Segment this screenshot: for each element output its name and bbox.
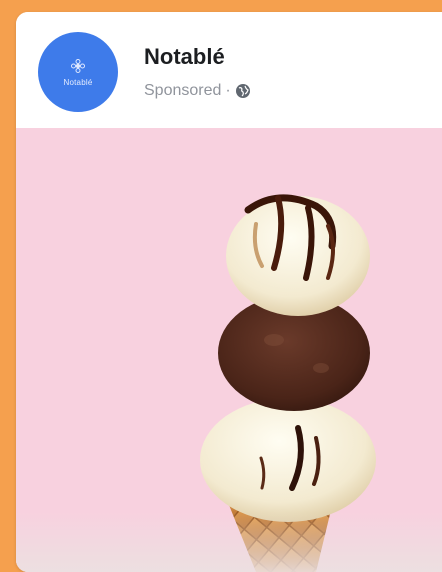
meta-separator: · bbox=[225, 82, 231, 99]
post-meta: Sponsored · bbox=[144, 82, 251, 100]
page-avatar[interactable]: Notablé bbox=[38, 32, 118, 112]
ice-cream-cone-icon bbox=[200, 194, 376, 572]
globe-icon[interactable] bbox=[235, 83, 251, 99]
flower-icon bbox=[71, 58, 85, 73]
post-image[interactable] bbox=[16, 128, 442, 572]
image-bottom-fade bbox=[16, 512, 442, 572]
sponsored-post-card: Notablé Notablé Sponsored · bbox=[16, 12, 442, 572]
post-header: Notablé Notablé Sponsored · bbox=[16, 12, 442, 128]
avatar-label: Notablé bbox=[63, 77, 93, 87]
page-name-link[interactable]: Notablé bbox=[144, 44, 225, 70]
sponsored-label[interactable]: Sponsored bbox=[144, 82, 221, 100]
